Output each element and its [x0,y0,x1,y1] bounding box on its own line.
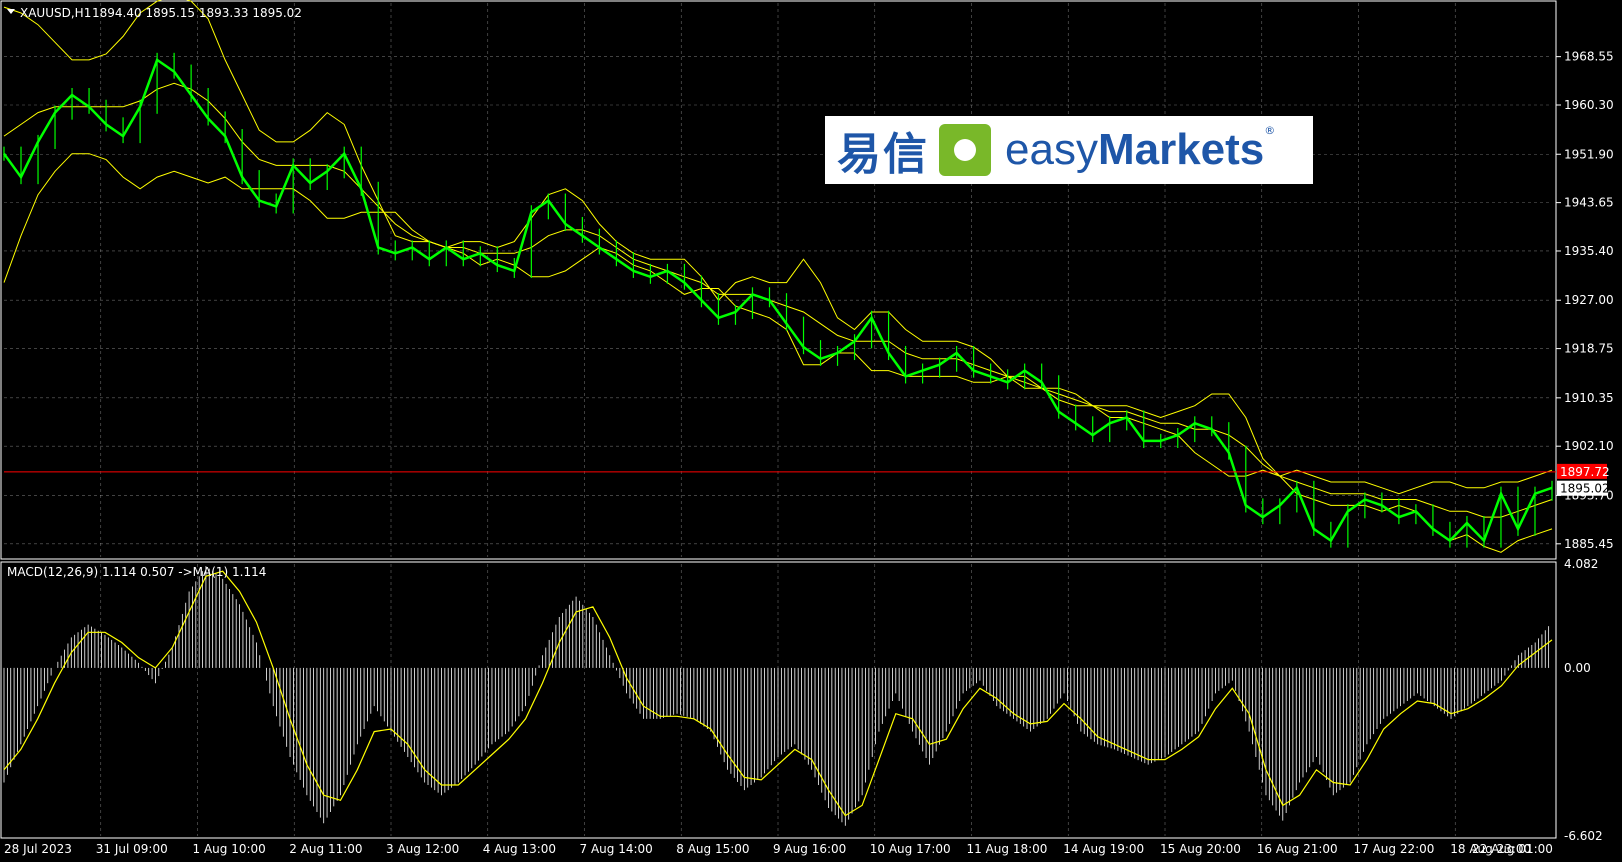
price-panel-frame [0,0,1557,560]
logo-mark-icon [939,124,991,176]
macd-y-tick-label: -6.602 [1564,829,1603,843]
y-tick-label: 1918.75 [1564,342,1614,356]
x-tick-label: 22 Aug 01:00 [1472,842,1553,856]
x-tick-label: 4 Aug 13:00 [483,842,556,856]
logo-brand-light: easy [1005,125,1098,174]
ohlc-values: 1894.40 1895.15 1893.33 1895.02 [92,6,302,20]
macd-indicator-label: MACD(12,26,9) 1.114 0.507 ->MA(1) 1.114 [7,565,266,579]
macd-panel-frame [0,561,1557,839]
x-tick-label: 31 Jul 09:00 [96,842,168,856]
y-tick-label: 1968.55 [1564,50,1614,64]
x-tick-label: 15 Aug 20:00 [1160,842,1241,856]
logo-brand-text: easyMarkets [1005,125,1264,175]
y-tick-label: 1943.65 [1564,196,1614,210]
macd-y-tick-label: 4.082 [1564,557,1598,571]
easymarkets-logo: 易信 easyMarkets ® [825,116,1313,184]
y-tick-label: 1902.10 [1564,439,1614,453]
x-tick-label: 14 Aug 19:00 [1063,842,1144,856]
x-tick-label: 3 Aug 12:00 [386,842,459,856]
axes: 28 Jul 2023 31 Jul 09:00 1 Aug 10:00 2 Aug … [4,50,1614,856]
symbol-label: XAUUSD,H1 [20,6,91,20]
dropdown-triangle-icon[interactable] [7,9,15,14]
y-tick-label: 1885.45 [1564,537,1614,551]
y-tick-label: 1960.30 [1564,98,1614,112]
y-tick-label: 1951.90 [1564,147,1614,161]
x-tick-label: 16 Aug 21:00 [1257,842,1338,856]
logo-chinese-text: 易信 [837,129,929,180]
current-price-label: 1895.02 [1560,482,1610,496]
y-tick-label: 1927.00 [1564,293,1614,307]
x-tick-label: 7 Aug 14:00 [580,842,653,856]
x-tick-label: 8 Aug 15:00 [676,842,749,856]
x-tick-label: 9 Aug 16:00 [773,842,846,856]
y-tick-label: 1910.35 [1564,391,1614,405]
x-tick-label: 2 Aug 11:00 [289,842,362,856]
chart-canvas: 28 Jul 2023 31 Jul 09:00 1 Aug 10:00 2 Aug … [0,0,1614,856]
x-tick-label: 10 Aug 17:00 [870,842,951,856]
price-plot [2,0,1556,553]
macd-y-tick-label: 0.00 [1564,661,1591,675]
y-tick-label: 1935.40 [1564,244,1614,258]
x-tick-label: 28 Jul 2023 [4,842,72,856]
x-tick-label: 11 Aug 18:00 [967,842,1048,856]
price-line-label: 1897.72 [1560,465,1610,479]
x-tick-label: 17 Aug 22:00 [1354,842,1435,856]
logo-registered-mark: ® [1264,124,1276,137]
x-tick-label: 1 Aug 10:00 [193,842,266,856]
logo-brand-bold: Markets [1097,125,1265,174]
